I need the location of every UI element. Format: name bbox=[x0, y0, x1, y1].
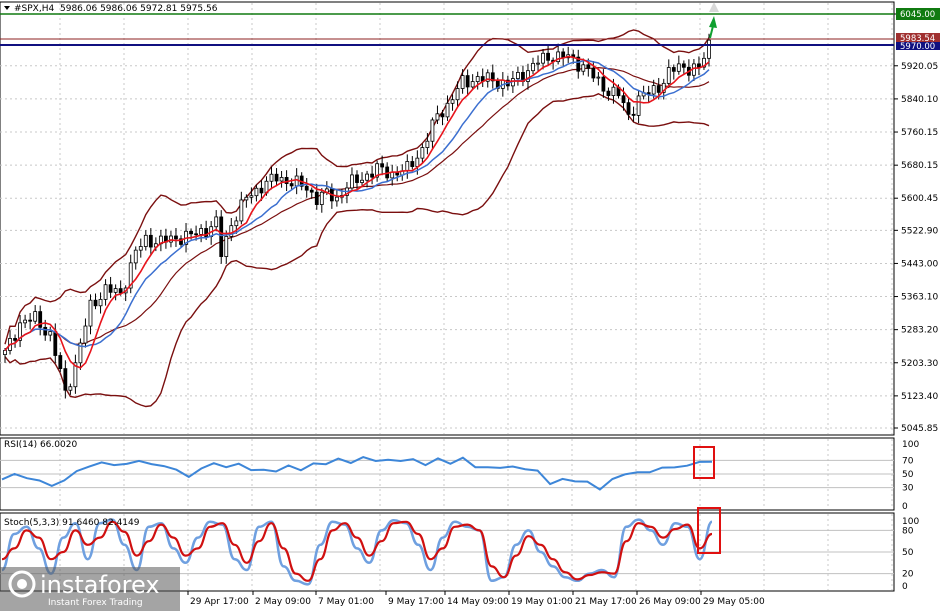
rsi-tick-label: 70 bbox=[902, 456, 914, 466]
price-tick-label: 5522.90 bbox=[901, 226, 938, 236]
stoch-tick-label: 0 bbox=[902, 582, 908, 592]
watermark-brand: instaforex bbox=[40, 571, 160, 599]
stoch-tick-label: 20 bbox=[902, 570, 914, 580]
rsi-axis: 100 70 50 30 0 bbox=[902, 440, 919, 512]
time-tick-label: 14 May 09:00 bbox=[447, 597, 509, 607]
price-tick-label: 5920.05 bbox=[901, 62, 938, 72]
stoch-tick-label: 80 bbox=[902, 526, 914, 536]
candle bbox=[219, 210, 224, 264]
rsi-label: RSI(14) 66.0020 bbox=[4, 440, 77, 450]
time-tick-label: 7 May 01:00 bbox=[318, 597, 374, 607]
price-tick-label: 5203.30 bbox=[901, 359, 938, 369]
resistance-price-text: 6045.00 bbox=[900, 10, 935, 20]
price-tick-label: 5680.15 bbox=[901, 161, 938, 171]
time-tick-label: 2 May 09:00 bbox=[255, 597, 311, 607]
price-tick-label: 5283.20 bbox=[901, 326, 938, 336]
stoch-axis: 1008050200 bbox=[902, 517, 919, 592]
time-tick-label: 29 May 05:00 bbox=[703, 597, 765, 607]
price-tick-label: 5443.00 bbox=[901, 259, 938, 269]
price-tick-label: 5840.10 bbox=[901, 95, 938, 105]
watermark-tagline: Instant Forex Trading bbox=[48, 598, 143, 608]
rsi-tick-label: 0 bbox=[902, 502, 908, 512]
support-price-text: 5970.00 bbox=[900, 42, 935, 52]
time-axis: 29 Apr 17:00 2 May 09:00 7 May 01:00 9 May … bbox=[187, 591, 765, 607]
price-tick-label: 5123.40 bbox=[901, 392, 938, 402]
price-tick-label: 5363.10 bbox=[901, 293, 938, 303]
stoch-tick-label: 50 bbox=[902, 548, 914, 558]
rsi-tick-label: 30 bbox=[902, 484, 914, 494]
symbol-label: #SPX,H4 bbox=[14, 4, 54, 14]
price-tick-label: 5760.15 bbox=[901, 128, 938, 138]
time-tick-label: 29 Apr 17:00 bbox=[190, 597, 249, 607]
time-tick-label: 9 May 17:00 bbox=[388, 597, 444, 607]
time-tick-label: 19 May 01:00 bbox=[511, 597, 573, 607]
price-panel bbox=[0, 1, 895, 436]
price-tick-label: 5045.85 bbox=[901, 424, 938, 434]
stoch-label: Stoch(5,3,3) 91.6460 82.4149 bbox=[4, 518, 140, 528]
time-tick-label: 26 May 09:00 bbox=[639, 597, 701, 607]
rsi-tick-label: 50 bbox=[902, 470, 914, 480]
price-tick-label: 5600.45 bbox=[901, 194, 938, 204]
trading-chart: #SPX,H4 5986.06 5986.06 5972.81 5975.56 … bbox=[0, 1, 940, 611]
time-tick-label: 21 May 17:00 bbox=[575, 597, 637, 607]
price-axis: 5920.05 5840.10 5760.15 5680.15 5600.45 5522.… bbox=[894, 13, 938, 434]
rsi-tick-label: 100 bbox=[902, 440, 919, 450]
instaforex-watermark: instaforex Instant Forex Trading bbox=[0, 567, 180, 611]
ohlc-values: 5986.06 5986.06 5972.81 5975.56 bbox=[60, 4, 218, 14]
